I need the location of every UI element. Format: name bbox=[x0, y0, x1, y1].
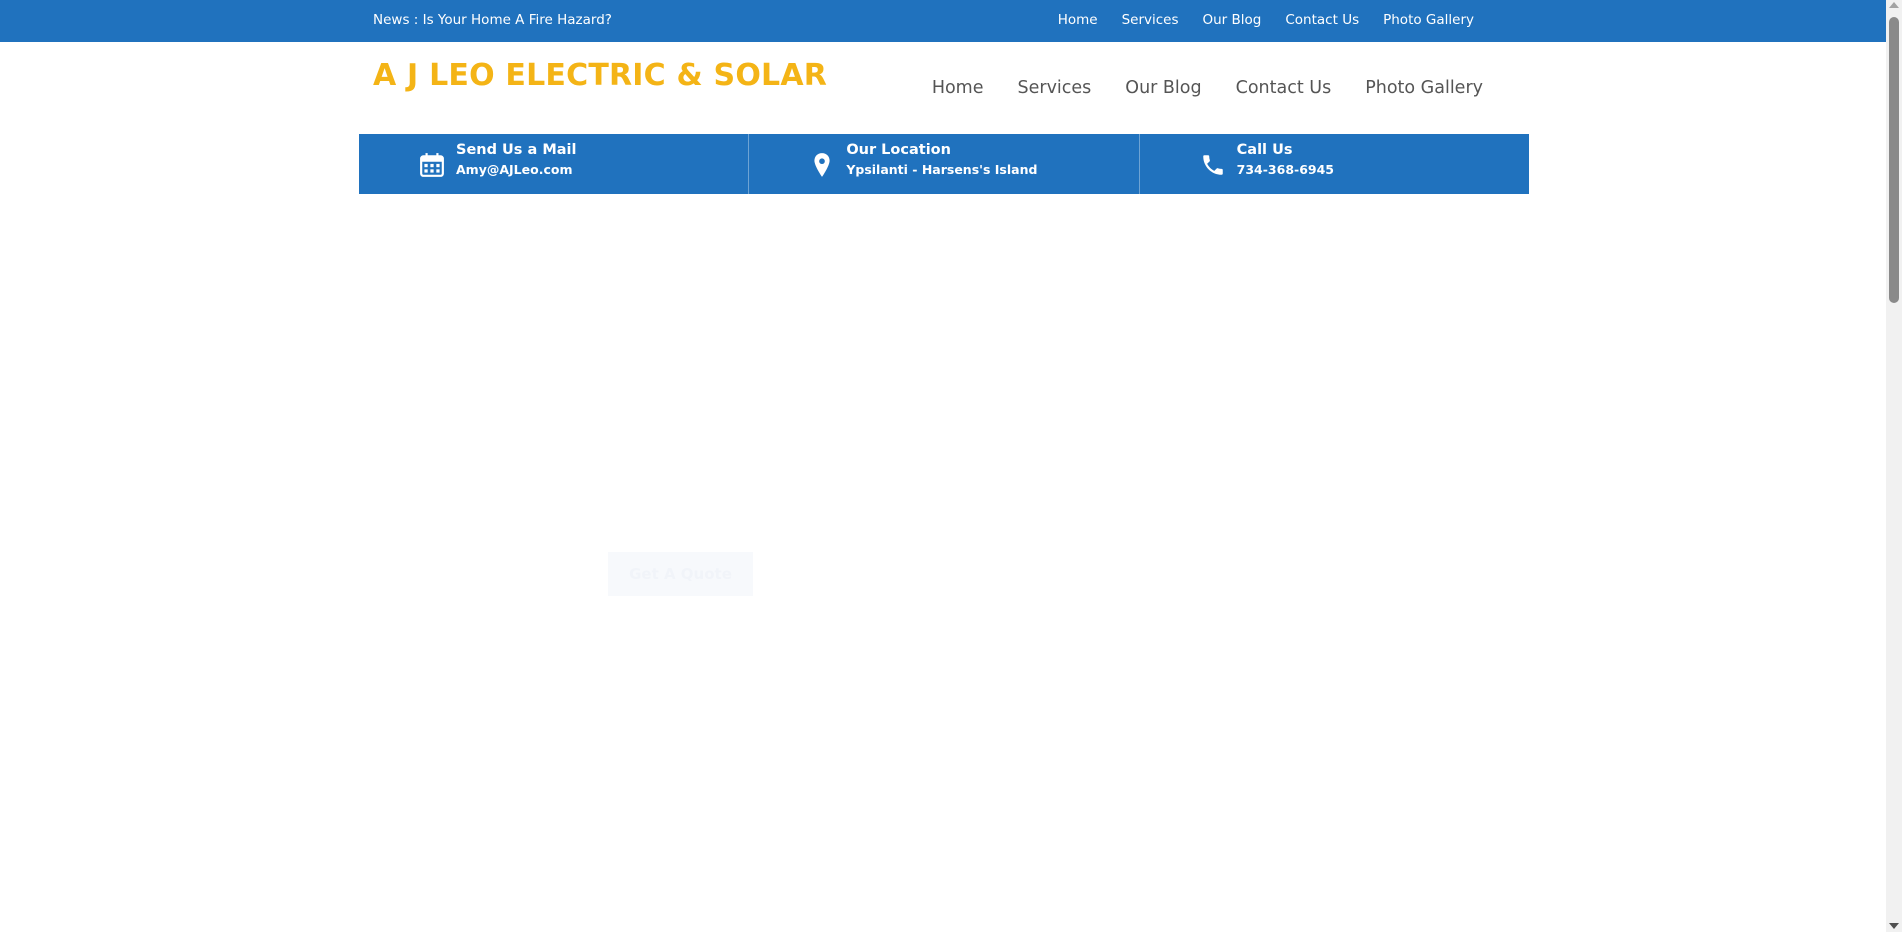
news-ticker[interactable]: News : Is Your Home A Fire Hazard? bbox=[373, 12, 612, 28]
info-phone-title: Call Us bbox=[1236, 142, 1293, 158]
info-mail-value[interactable]: Amy@AJLeo.com bbox=[456, 162, 576, 177]
nav-contact[interactable]: Contact Us bbox=[1236, 78, 1332, 98]
info-mail: Send Us a Mail Amy@AJLeo.com bbox=[359, 134, 750, 194]
page-scrollbar[interactable] bbox=[1886, 0, 1902, 932]
nav-home[interactable]: Home bbox=[932, 78, 984, 98]
nav-services[interactable]: Services bbox=[1018, 78, 1092, 98]
get-quote-button[interactable]: Get A Quote bbox=[608, 552, 753, 596]
nav-gallery[interactable]: Photo Gallery bbox=[1365, 78, 1483, 98]
scroll-up-arrow-icon[interactable] bbox=[1889, 2, 1899, 8]
top-link-services[interactable]: Services bbox=[1122, 12, 1179, 28]
info-phone-value[interactable]: 734-368-6945 bbox=[1237, 162, 1334, 177]
phone-icon bbox=[1202, 155, 1223, 175]
info-phone: Call Us 734-368-6945 bbox=[1140, 134, 1529, 194]
info-bar: Send Us a Mail Amy@AJLeo.com Our Locatio… bbox=[359, 134, 1529, 194]
top-link-blog[interactable]: Our Blog bbox=[1203, 12, 1262, 28]
scrollbar-thumb[interactable] bbox=[1889, 17, 1899, 303]
location-pin-icon bbox=[814, 153, 830, 177]
scroll-down-arrow-icon[interactable] bbox=[1889, 923, 1899, 929]
top-bar: News : Is Your Home A Fire Hazard? Home … bbox=[0, 0, 1886, 42]
top-link-contact[interactable]: Contact Us bbox=[1285, 12, 1359, 28]
top-link-gallery[interactable]: Photo Gallery bbox=[1383, 12, 1474, 28]
info-location-value: Ypsilanti - Harsens's Island bbox=[846, 162, 1038, 177]
main-nav: Home Services Our Blog Contact Us Photo … bbox=[932, 78, 1483, 98]
info-location: Our Location Ypsilanti - Harsens's Islan… bbox=[749, 134, 1140, 194]
top-link-home[interactable]: Home bbox=[1058, 12, 1098, 28]
info-location-title: Our Location bbox=[846, 142, 951, 158]
site-logo[interactable]: A J LEO ELECTRIC & SOLAR bbox=[373, 58, 827, 93]
calendar-icon bbox=[420, 153, 444, 177]
info-mail-title: Send Us a Mail bbox=[456, 142, 577, 158]
top-links: Home Services Our Blog Contact Us Photo … bbox=[1058, 12, 1474, 28]
nav-blog[interactable]: Our Blog bbox=[1125, 78, 1201, 98]
